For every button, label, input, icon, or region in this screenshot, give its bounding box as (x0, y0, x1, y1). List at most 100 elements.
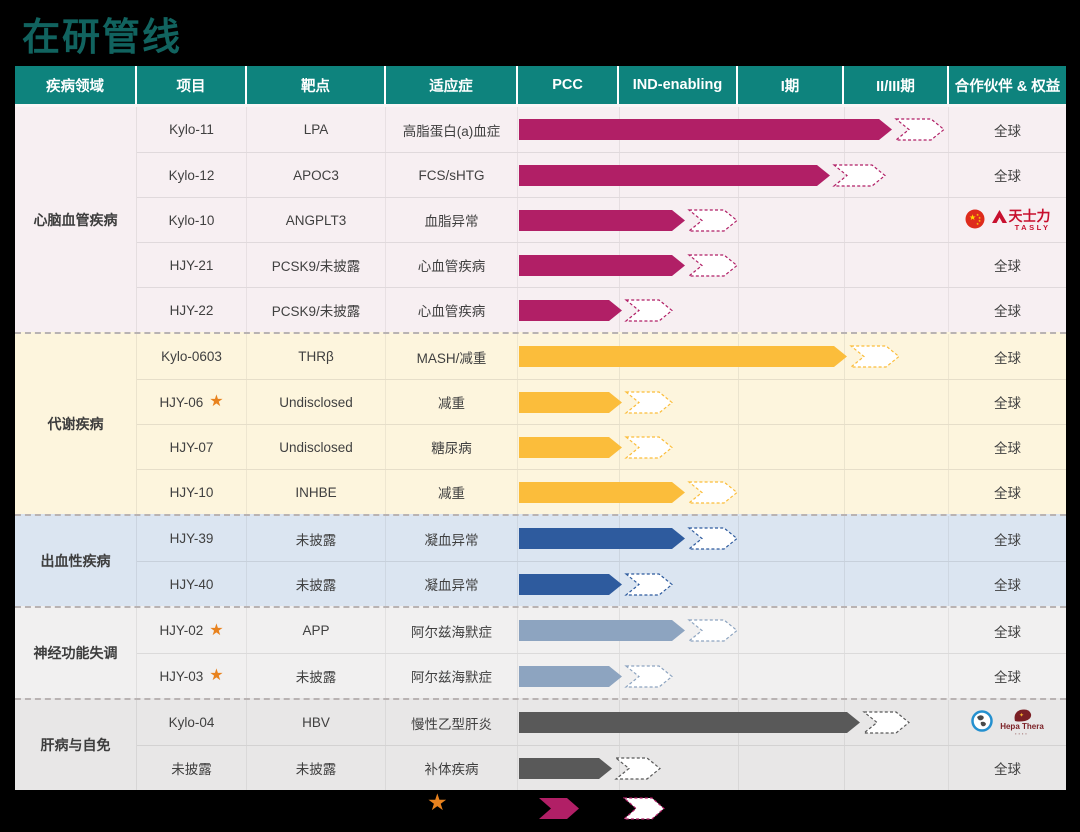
table-row: HJY-21 PCSK9/未披露 心血管疾病 全球 (137, 242, 1066, 287)
project-cell: HJY-39 (137, 516, 247, 561)
table-row: HJY-39 未披露 凝血异常 全球 (137, 516, 1066, 561)
slide: 在研管线 疾病领域 项目 靶点 适应症 PCC IND-enabling I期 … (0, 0, 1080, 832)
partner-cell: 全球 (949, 470, 1066, 514)
project-cell: HJY-07 (137, 425, 247, 469)
header-ind-enabling: IND-enabling (619, 66, 738, 104)
area-label: 肝病与自免 (15, 700, 137, 790)
project-name: HJY-21 (170, 258, 214, 273)
project-cell: HJY-40 (137, 562, 247, 606)
target-cell: PCSK9/未披露 (247, 243, 386, 287)
stage-bar (519, 288, 675, 333)
project-name: Kylo-11 (169, 122, 214, 137)
stage-lane (518, 470, 949, 514)
stage-lane (518, 380, 949, 424)
project-star-icon: ★ (209, 394, 223, 410)
target-cell: APOC3 (247, 153, 386, 197)
table-header-row: 疾病领域 项目 靶点 适应症 PCC IND-enabling I期 II/II… (15, 66, 1066, 107)
indication-cell: 减重 (386, 380, 518, 424)
target-cell: HBV (247, 700, 386, 745)
page-title: 在研管线 (22, 6, 182, 61)
stage-bar (519, 516, 740, 561)
stage-bar (519, 243, 740, 288)
table-row: Kylo-0603 THRβ MASH/减重 全球 (137, 334, 1066, 379)
stage-lane (518, 107, 949, 152)
table-row: HJY-06★ Undisclosed 减重 全球 (137, 379, 1066, 424)
project-name: HJY-03 (159, 669, 203, 684)
stage-bar (519, 470, 740, 515)
tasly-logo: 天士力 TASLY (992, 209, 1051, 232)
stage-lane (518, 153, 949, 197)
table-row: HJY-03★ 未披露 阿尔兹海默症 全球 (137, 653, 1066, 698)
stage-bar (519, 746, 663, 791)
indication-cell: 血脂异常 (386, 198, 518, 242)
project-name: HJY-02 (159, 623, 203, 638)
indication-cell: 高脂蛋白(a)血症 (386, 107, 518, 152)
stage-lane (518, 516, 949, 561)
stage-lane (518, 425, 949, 469)
project-name: Kylo-04 (169, 715, 215, 730)
project-name: Kylo-10 (169, 213, 215, 228)
project-cell: HJY-03★ (137, 654, 247, 698)
china-flag-icon: ★★★★★ (965, 209, 985, 232)
svg-text:✦: ✦ (1019, 712, 1024, 719)
header-partner: 合作伙伴 & 权益 (949, 66, 1066, 104)
project-name: HJY-10 (170, 485, 214, 500)
group-cardiovascular: 心脑血管疾病 Kylo-11 LPA 高脂蛋白(a)血症 全球 Kylo-12 … (15, 107, 1066, 332)
header-phase23: II/III期 (844, 66, 949, 104)
area-label: 代谢疾病 (15, 334, 137, 514)
project-cell: Kylo-12 (137, 153, 247, 197)
stage-bar (519, 654, 675, 699)
stage-lane (518, 562, 949, 606)
target-cell: PCSK9/未披露 (247, 288, 386, 332)
table-row: Kylo-04 HBV 慢性乙型肝炎 ✦ Hepa Thera ▪▪▪▪ (137, 700, 1066, 745)
indication-cell: 补体疾病 (386, 746, 518, 790)
stage-bar (519, 153, 888, 198)
target-cell: 未披露 (247, 654, 386, 698)
hepathera-mark-icon: ✦ (1012, 709, 1032, 722)
group-liver-autoimmune: 肝病与自免 Kylo-04 HBV 慢性乙型肝炎 ✦ Hepa Thera (15, 698, 1066, 790)
project-name: HJY-39 (170, 531, 214, 546)
project-cell: HJY-21 (137, 243, 247, 287)
target-cell: Undisclosed (247, 425, 386, 469)
header-target: 靶点 (247, 66, 386, 104)
indication-cell: 阿尔兹海默症 (386, 608, 518, 653)
target-cell: ANGPLT3 (247, 198, 386, 242)
partner-cell: 全球 (949, 107, 1066, 152)
hepathera-logo: ✦ Hepa Thera ▪▪▪▪ (1000, 709, 1044, 736)
stage-lane (518, 198, 949, 242)
partner-cell: ✦ Hepa Thera ▪▪▪▪ (949, 700, 1066, 745)
area-label: 出血性疾病 (15, 516, 137, 606)
indication-cell: FCS/sHTG (386, 153, 518, 197)
pipeline-table: 疾病领域 项目 靶点 适应症 PCC IND-enabling I期 II/II… (15, 66, 1066, 790)
target-cell: THRβ (247, 334, 386, 379)
stage-lane (518, 654, 949, 698)
header-pcc: PCC (518, 66, 619, 104)
stage-bar (519, 198, 740, 243)
target-cell: APP (247, 608, 386, 653)
table-row: Kylo-10 ANGPLT3 血脂异常 ★★★★★ 天士力 TASLY (137, 197, 1066, 242)
stage-lane (518, 243, 949, 287)
stage-lane (518, 700, 949, 745)
group-metabolic: 代谢疾病 Kylo-0603 THRβ MASH/减重 全球 HJY-06 ★ U… (15, 332, 1066, 514)
target-cell: 未披露 (247, 516, 386, 561)
table-row: HJY-02★ APP 阿尔兹海默症 全球 (137, 608, 1066, 653)
project-name: Kylo-0603 (161, 349, 222, 364)
project-cell: Kylo-10 (137, 198, 247, 242)
header-indication: 适应症 (386, 66, 518, 104)
stage-lane (518, 288, 949, 332)
project-cell: HJY-22 (137, 288, 247, 332)
target-cell: LPA (247, 107, 386, 152)
indication-cell: 减重 (386, 470, 518, 514)
legend-dashed-arrow-icon (623, 797, 665, 825)
indication-cell: 凝血异常 (386, 562, 518, 606)
table-row: HJY-22 PCSK9/未披露 心血管疾病 全球 (137, 287, 1066, 332)
project-name: HJY-40 (170, 577, 214, 592)
partner-cell: 全球 (949, 654, 1066, 698)
project-name: HJY-06 (159, 395, 203, 410)
area-label: 神经功能失调 (15, 608, 137, 698)
project-name: 未披露 (171, 758, 212, 778)
partner-cell: 全球 (949, 153, 1066, 197)
area-label: 心脑血管疾病 (15, 107, 137, 332)
stage-lane (518, 746, 949, 790)
stage-bar (519, 562, 675, 607)
